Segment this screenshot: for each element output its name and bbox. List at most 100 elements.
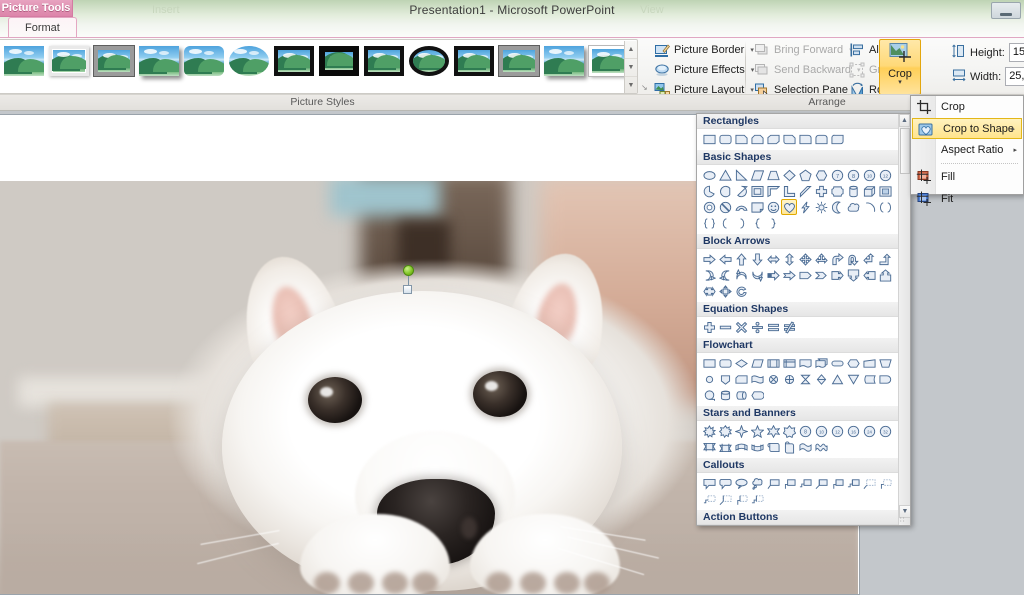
shape-bent-up-arrow[interactable] (877, 251, 893, 267)
rotation-handle[interactable] (403, 265, 414, 276)
shape-star-6-point[interactable] (765, 423, 781, 439)
height-input[interactable]: 15,84 (1009, 43, 1024, 62)
shapes-scrollbar[interactable]: ▲ ▼ (898, 114, 910, 526)
shape-line-callout-3[interactable] (797, 475, 813, 491)
shape-quad-arrow[interactable] (797, 251, 813, 267)
shape-pie[interactable] (701, 183, 717, 199)
shape-sun[interactable] (813, 199, 829, 215)
shape-curved-up-arrow[interactable] (733, 267, 749, 283)
picture-style-simple-frame-black[interactable] (364, 46, 408, 88)
picture-style-soft-edge-oval[interactable] (229, 46, 273, 88)
shape-block-arc[interactable] (733, 199, 749, 215)
shape-divide[interactable] (749, 319, 765, 335)
width-input[interactable]: 25,4 (1005, 67, 1024, 86)
submenu-arrow-icon[interactable]: ▸ (1011, 125, 1015, 133)
shape-right-triangle[interactable] (733, 167, 749, 183)
shape-flowchart-document[interactable] (797, 355, 813, 371)
shape-curved-left-arrow[interactable] (717, 267, 733, 283)
shape-line-callout-3-accent-bar[interactable] (845, 475, 861, 491)
shape-double-bracket[interactable] (877, 199, 893, 215)
shape-line-callout-1-no-border[interactable] (861, 475, 877, 491)
shape-flowchart-predefined-process[interactable] (765, 355, 781, 371)
menu-item-fill[interactable]: Fill (911, 166, 1023, 188)
shape-flowchart-internal-storage[interactable] (781, 355, 797, 371)
shape-pentagon-arrow[interactable] (797, 267, 813, 283)
shape-round-diagonal-corner-rectangle[interactable] (829, 131, 845, 147)
shape-flowchart-summing-junction[interactable] (765, 371, 781, 387)
shape-curved-right-arrow[interactable] (701, 267, 717, 283)
shape-heart[interactable] (781, 199, 797, 215)
shape-not-equal[interactable] (781, 319, 797, 335)
shape-rounded-rectangular-callout[interactable] (717, 475, 733, 491)
shape-double-wave[interactable] (813, 439, 829, 455)
shape-right-arrow[interactable] (701, 251, 717, 267)
shape-multiply[interactable] (733, 319, 749, 335)
shape-bevel[interactable] (877, 183, 893, 199)
shape-down-arrow[interactable] (749, 251, 765, 267)
shape-can[interactable] (845, 183, 861, 199)
shape-octagon[interactable]: 8 (845, 167, 861, 183)
shape-flowchart-manual-input[interactable] (861, 355, 877, 371)
shapes-panel-resize-grip[interactable]: ∷ (900, 516, 909, 525)
shape-smiley-face[interactable] (765, 199, 781, 215)
shape-folded-corner[interactable] (749, 199, 765, 215)
shape-up-down-arrow[interactable] (781, 251, 797, 267)
shape-round-single-corner-rectangle[interactable] (797, 131, 813, 147)
picture-style-beveled-oval-black[interactable] (409, 46, 453, 88)
shape-donut[interactable] (701, 199, 717, 215)
shape-left-right-arrow-callout[interactable] (701, 283, 717, 299)
shape-teardrop[interactable] (733, 183, 749, 199)
shape-flowchart-off-page-connector[interactable] (717, 371, 733, 387)
shape-circular-arrow[interactable] (733, 283, 749, 299)
shape-down-ribbon[interactable] (717, 439, 733, 455)
shape-pentagon[interactable] (797, 167, 813, 183)
shape-explosion-2[interactable] (717, 423, 733, 439)
shape-flowchart-direct-access-storage[interactable] (733, 387, 749, 403)
shapes-scroll-up-icon[interactable]: ▲ (899, 114, 910, 127)
picture-style-compound-frame-black[interactable] (454, 46, 498, 88)
picture-style-drop-shadow-rectangle[interactable] (139, 46, 183, 88)
shape-flowchart-decision[interactable] (733, 355, 749, 371)
shape-chord[interactable] (717, 183, 733, 199)
shape-line-callout-2-border-accent-bar[interactable] (733, 491, 749, 507)
picture-style-center-shadow-rectangle[interactable] (544, 46, 588, 88)
picture-style-double-frame-black[interactable] (274, 46, 318, 88)
shape-flowchart-display[interactable] (749, 387, 765, 403)
shape-flowchart-extract[interactable] (829, 371, 845, 387)
shape-curved-down-arrow[interactable] (749, 267, 765, 283)
shape-double-brace[interactable] (701, 215, 717, 231)
shape-flowchart-stored-data[interactable] (861, 371, 877, 387)
picture-border-button[interactable]: Picture Border ▾ (650, 40, 758, 60)
shape-snip-single-corner-rectangle[interactable] (733, 131, 749, 147)
shape-star-10-point[interactable]: 10 (813, 423, 829, 439)
shape-rectangle[interactable] (701, 131, 717, 147)
shape-flowchart-terminator[interactable] (829, 355, 845, 371)
shape-flowchart-manual-operation[interactable] (877, 355, 893, 371)
gallery-scroll-up-icon[interactable]: ▲ (625, 41, 637, 59)
shape-horizontal-scroll[interactable] (781, 439, 797, 455)
shape-left-right-arrow[interactable] (765, 251, 781, 267)
shape-line-callout-3-no-border[interactable] (701, 491, 717, 507)
shape-notched-right-arrow[interactable] (781, 267, 797, 283)
shape-line-callout-1-accent-bar[interactable] (813, 475, 829, 491)
shape-round-same-side-corner-rectangle[interactable] (813, 131, 829, 147)
shape-left-up-arrow[interactable] (861, 251, 877, 267)
shape-quad-arrow-callout[interactable] (717, 283, 733, 299)
shape-flowchart-collate[interactable] (797, 371, 813, 387)
shape-flowchart-magnetic-disk[interactable] (717, 387, 733, 403)
shape-arc[interactable] (861, 199, 877, 215)
gallery-scroll-down-icon[interactable]: ▼ (625, 59, 637, 77)
shape-left-brace[interactable] (749, 215, 765, 231)
shape-no-symbol[interactable] (717, 199, 733, 215)
shape-equal[interactable] (765, 319, 781, 335)
shape-star-24-point[interactable]: 24 (861, 423, 877, 439)
shape-lightning-bolt[interactable] (797, 199, 813, 215)
shape-flowchart-alternate-process[interactable] (717, 355, 733, 371)
shape-wave[interactable] (797, 439, 813, 455)
shape-chevron[interactable] (813, 267, 829, 283)
shape-flowchart-or[interactable] (781, 371, 797, 387)
shape-diamond[interactable] (781, 167, 797, 183)
shape-right-brace[interactable] (765, 215, 781, 231)
crop-dropdown-menu[interactable]: Crop Crop to Shape ▸ Aspect Ratio ▸ (910, 95, 1024, 195)
shape-frame[interactable] (749, 183, 765, 199)
